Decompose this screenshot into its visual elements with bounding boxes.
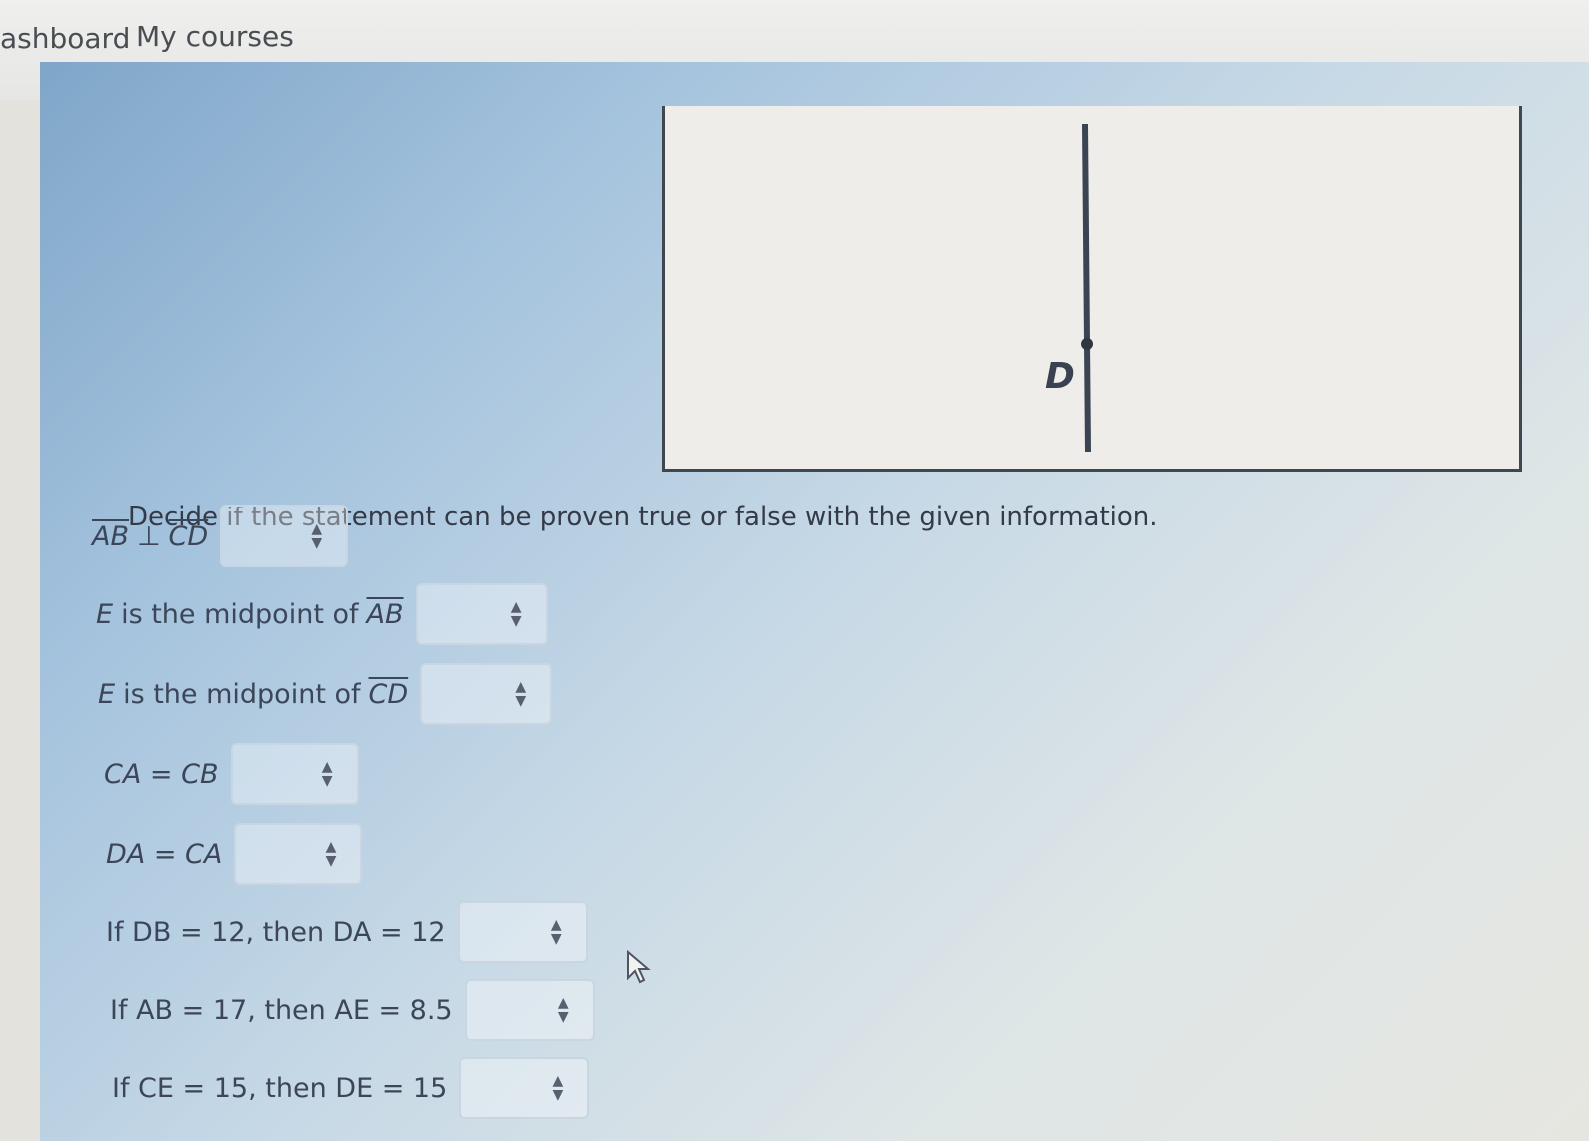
segment-cd: CD	[368, 678, 409, 710]
segment-ab: AB	[366, 598, 404, 630]
statement-row-2: E is the midpoint of AB ▲ ▼	[96, 583, 548, 645]
statement-row-3: E is the midpoint of CD ▲ ▼	[98, 663, 553, 725]
point-e: E	[98, 678, 116, 710]
updown-arrow-icon: ▲ ▼	[321, 759, 333, 789]
point-d-label: D	[1045, 356, 1075, 397]
answer-select-1[interactable]: ▲ ▼	[220, 505, 349, 567]
question-content-area: D Decide if the statement can be proven …	[40, 62, 1589, 1141]
statement-row-7: If AB = 17, then AE = 8.5 ▲ ▼	[110, 979, 595, 1041]
answer-select-7[interactable]: ▲ ▼	[464, 979, 595, 1041]
statement-row-6: If DB = 12, then DA = 12 ▲ ▼	[106, 901, 588, 963]
statement-2-words: is the midpoint of	[121, 598, 359, 630]
statement-4-text: CA = CB	[104, 758, 219, 790]
nav-dashboard-link[interactable]: ashboard	[0, 22, 130, 55]
answer-select-3[interactable]: ▲ ▼	[420, 663, 553, 725]
nav-my-courses-link[interactable]: My courses	[136, 20, 294, 53]
updown-arrow-icon: ▲ ▼	[311, 521, 323, 551]
perpendicular-symbol: ⊥	[137, 520, 161, 552]
mouse-pointer-icon	[627, 950, 651, 984]
answer-select-5[interactable]: ▲ ▼	[234, 823, 363, 885]
point-d-dot	[1081, 338, 1093, 350]
statement-row-4: CA = CB ▲ ▼	[104, 743, 359, 805]
updown-arrow-icon: ▲ ▼	[557, 995, 569, 1025]
diagram-canvas: D	[1045, 123, 1093, 453]
statement-8-text: If CE = 15, then DE = 15	[112, 1072, 448, 1104]
geometry-diagram: D	[662, 106, 1522, 472]
statement-2-text: E is the midpoint of AB	[96, 599, 404, 630]
answer-select-2[interactable]: ▲ ▼	[415, 583, 548, 645]
updown-arrow-icon: ▲ ▼	[550, 917, 562, 947]
statement-row-8: If CE = 15, then DE = 15 ▲ ▼	[112, 1057, 590, 1119]
segment-ab: AB	[92, 520, 129, 552]
statement-row-1: AB ⊥ CD ▲ ▼	[92, 505, 349, 567]
answer-select-4[interactable]: ▲ ▼	[230, 743, 359, 805]
answer-select-8[interactable]: ▲ ▼	[459, 1057, 590, 1119]
segment-cd: CD	[168, 520, 209, 552]
statement-3-text: E is the midpoint of CD	[98, 679, 408, 710]
statement-5-text: DA = CA	[106, 838, 223, 870]
segment-cd-line	[1082, 123, 1091, 453]
updown-arrow-icon: ▲ ▼	[515, 679, 527, 709]
statement-row-5: DA = CA ▲ ▼	[106, 823, 363, 885]
updown-arrow-icon: ▲ ▼	[325, 839, 337, 869]
point-e: E	[96, 598, 114, 630]
updown-arrow-icon: ▲ ▼	[552, 1073, 564, 1103]
answer-select-6[interactable]: ▲ ▼	[457, 901, 588, 963]
statement-3-words: is the midpoint of	[123, 678, 361, 710]
statement-6-text: If DB = 12, then DA = 12	[106, 916, 446, 948]
updown-arrow-icon: ▲ ▼	[510, 599, 522, 629]
statement-1-text: AB ⊥ CD	[92, 521, 208, 552]
left-gutter	[0, 100, 40, 1141]
statement-7-text: If AB = 17, then AE = 8.5	[110, 994, 453, 1026]
